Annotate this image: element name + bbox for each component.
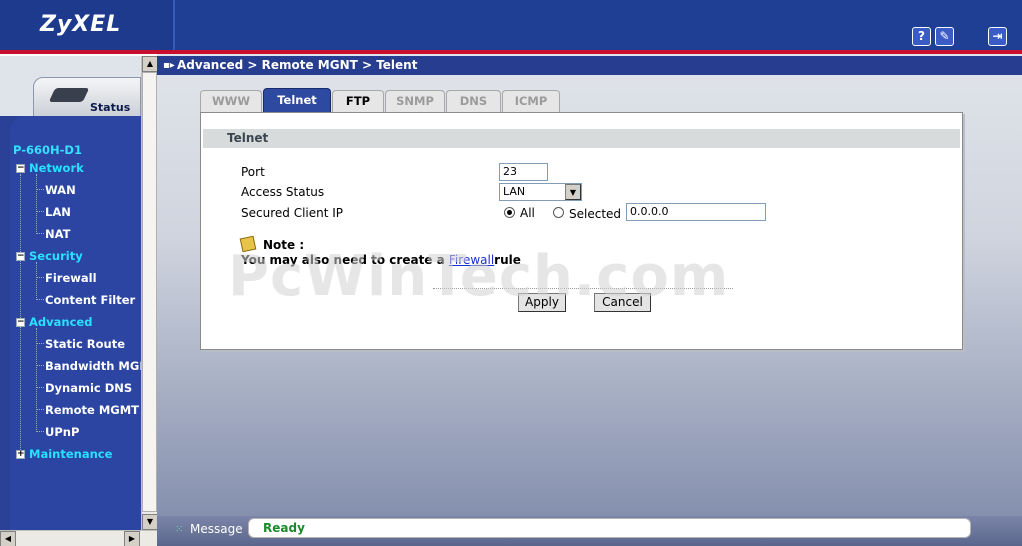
logo-panel: ZyXEL (0, 0, 175, 50)
tree-line (36, 174, 37, 234)
tree-line (36, 387, 44, 388)
wizard-icon[interactable]: ✎ (935, 27, 954, 46)
help-icon[interactable]: ? (912, 27, 931, 46)
cancel-button[interactable]: Cancel (594, 293, 651, 312)
firewall-link[interactable]: Firewall (449, 253, 494, 267)
menu-firewall[interactable]: Firewall (45, 271, 97, 285)
tree-line (36, 211, 44, 212)
tab-snmp[interactable]: SNMP (385, 90, 445, 112)
radio-selected[interactable] (553, 207, 564, 218)
apply-button[interactable]: Apply (518, 293, 566, 312)
chevron-down-icon[interactable]: ▼ (565, 184, 581, 200)
status-bar: ⁙ Message Ready (157, 516, 1022, 546)
message-box: Ready (248, 518, 971, 538)
sidebar-horizontal-scrollbar[interactable]: ◀ ▶ (0, 530, 157, 546)
menu-upnp[interactable]: UPnP (45, 425, 79, 439)
note-text-before: You may also need to create a (241, 253, 449, 267)
breadcrumb: Advanced > Remote MGNT > Telent (177, 58, 418, 72)
tab-ftp[interactable]: FTP (332, 90, 384, 112)
sidebar: Status P-660H-D1 − Network WAN LAN NAT −… (0, 56, 141, 530)
port-input[interactable]: 23 (499, 163, 548, 181)
radio-all[interactable] (504, 207, 515, 218)
menu-dynamic-dns[interactable]: Dynamic DNS (45, 381, 132, 395)
radio-selected-label: Selected (569, 207, 622, 221)
expand-icon[interactable]: + (16, 450, 25, 459)
section-title: Telnet (227, 131, 269, 145)
note-icon (239, 235, 257, 253)
scroll-down-icon[interactable]: ▼ (142, 514, 158, 530)
logout-icon[interactable]: ⇥ (988, 27, 1007, 46)
tree-line (36, 262, 37, 300)
tree-line (36, 189, 44, 190)
scroll-left-icon[interactable]: ◀ (0, 531, 16, 546)
tree-line (20, 174, 21, 454)
tree-line (36, 409, 44, 410)
tree-line (36, 343, 44, 344)
status-label: Status (90, 101, 131, 114)
tab-dns[interactable]: DNS (446, 90, 501, 112)
selected-ip-input[interactable]: 0.0.0.0 (626, 203, 766, 221)
breadcrumb-icon: ▪▸ (163, 60, 175, 71)
telnet-panel: Telnet Port 23 Access Status LAN ▼ Secur… (200, 112, 963, 350)
tab-www[interactable]: WWW (200, 90, 262, 112)
scroll-up-icon[interactable]: ▲ (142, 56, 158, 72)
menu-wan[interactable]: WAN (45, 183, 76, 197)
collapse-icon[interactable]: − (16, 164, 25, 173)
device-model: P-660H-D1 (13, 143, 82, 157)
access-status-value: LAN (503, 185, 526, 198)
tree-line (36, 277, 44, 278)
tab-telnet[interactable]: Telnet (263, 88, 331, 112)
menu-lan[interactable]: LAN (45, 205, 71, 219)
menu-bandwidth-mgmt[interactable]: Bandwidth MGMT (45, 359, 141, 373)
collapse-icon[interactable]: − (16, 252, 25, 261)
secured-client-ip-label: Secured Client IP (241, 206, 344, 220)
message-label: Message (190, 522, 243, 536)
scroll-thumb[interactable] (142, 72, 157, 512)
collapse-icon[interactable]: − (16, 318, 25, 327)
menu-advanced[interactable]: Advanced (29, 315, 92, 329)
port-label: Port (241, 165, 265, 179)
scroll-right-icon[interactable]: ▶ (124, 531, 140, 546)
zyxel-logo: ZyXEL (40, 12, 122, 37)
top-header: ZyXEL ? ✎ ⇥ (0, 0, 1022, 54)
tab-icmp[interactable]: ICMP (502, 90, 560, 112)
note-text: You may also need to create a Firewallru… (241, 253, 521, 267)
main-content: ▪▸ Advanced > Remote MGNT > Telent WWW T… (157, 54, 1022, 516)
tree-line (36, 233, 44, 234)
tree-line (36, 431, 44, 432)
tree-line (36, 299, 44, 300)
access-status-label: Access Status (241, 185, 325, 199)
menu-content-filter[interactable]: Content Filter (45, 293, 135, 307)
access-status-select[interactable]: LAN ▼ (499, 183, 582, 201)
menu-static-route[interactable]: Static Route (45, 337, 125, 351)
menu-network[interactable]: Network (29, 161, 84, 175)
sidebar-vertical-scrollbar[interactable]: ▲ ▼ (141, 56, 158, 530)
note-label: Note : (263, 238, 305, 252)
radio-all-label: All (520, 206, 535, 220)
tree-line (36, 365, 44, 366)
breadcrumb-bar: ▪▸ Advanced > Remote MGNT > Telent (157, 56, 1022, 75)
modem-icon (48, 88, 90, 102)
message-text: Ready (263, 521, 305, 535)
divider (433, 288, 733, 289)
message-icon: ⁙ (175, 524, 184, 535)
menu-maintenance[interactable]: Maintenance (29, 447, 112, 461)
menu-security[interactable]: Security (29, 249, 83, 263)
note-text-after: rule (494, 253, 521, 267)
section-header: Telnet (203, 129, 960, 148)
menu-remote-mgmt[interactable]: Remote MGMT (45, 403, 139, 417)
menu-nat[interactable]: NAT (45, 227, 70, 241)
